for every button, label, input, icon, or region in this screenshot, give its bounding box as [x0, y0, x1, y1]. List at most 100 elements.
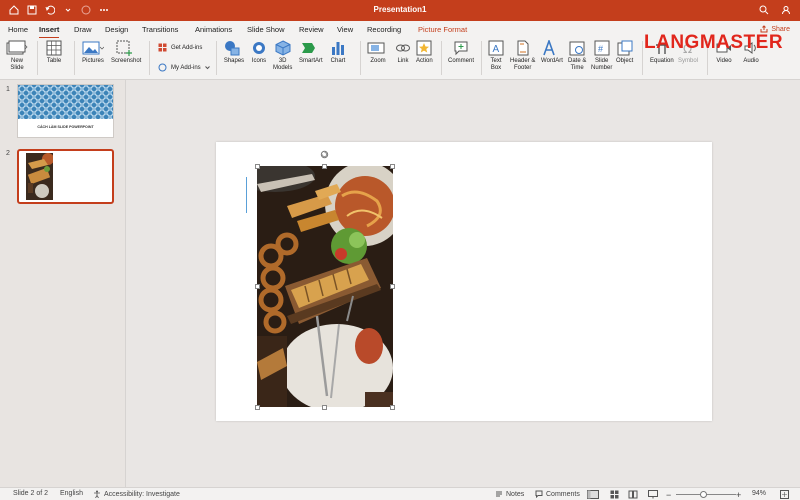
get-addins-button[interactable]: Get Add-ins [158, 43, 202, 52]
normal-view-icon [587, 490, 599, 499]
slide-2-thumbnail[interactable] [17, 149, 114, 204]
accessibility-icon [94, 490, 100, 498]
food-photo-image [257, 166, 393, 407]
resize-handle[interactable] [255, 284, 260, 289]
table-icon [46, 40, 62, 56]
action-button[interactable]: Action [416, 40, 433, 65]
slide-1-title: CÁCH LÀM SLIDE POWERPOINT [37, 125, 94, 129]
chart-button[interactable]: Chart [330, 40, 346, 65]
tab-picture-format[interactable]: Picture Format [418, 25, 467, 34]
zoom-in-button[interactable]: + [736, 490, 741, 500]
resize-handle[interactable] [322, 164, 327, 169]
reading-view-button[interactable] [628, 490, 638, 499]
tab-recording[interactable]: Recording [367, 25, 401, 34]
comment-icon [454, 41, 468, 56]
tab-design[interactable]: Design [105, 25, 128, 34]
icons-button[interactable]: Icons [251, 40, 267, 65]
resize-handle[interactable] [322, 405, 327, 410]
wordart-label: WordArt [541, 58, 563, 64]
icons-label: Icons [251, 58, 267, 64]
language-indicator[interactable]: English [60, 490, 83, 497]
resize-handle[interactable] [390, 284, 395, 289]
wordart-button[interactable]: WordArt [541, 40, 563, 65]
header-footer-button[interactable]: Header & Footer [510, 40, 535, 72]
my-addins-button[interactable]: My Add-ins [158, 63, 210, 72]
tab-insert[interactable]: Insert [39, 25, 60, 39]
slideshow-button[interactable] [648, 490, 658, 499]
comment-button[interactable]: Comment [448, 40, 474, 65]
search-icon[interactable] [758, 4, 770, 16]
screenshot-label: Screenshot [111, 58, 142, 64]
link-button[interactable]: Link [395, 40, 411, 65]
calendar-icon [569, 41, 585, 56]
status-bar: Slide 2 of 2 English Accessibility: Inve… [0, 487, 800, 500]
tab-transitions[interactable]: Transitions [142, 25, 178, 34]
accessibility-button[interactable]: Accessibility: Investigate [93, 490, 180, 498]
date-time-button[interactable]: Date & Time [568, 40, 586, 72]
slide-number-button[interactable]: # Slide Number [591, 40, 612, 72]
star-icon [416, 40, 432, 56]
comment-label: Comment [448, 58, 475, 64]
zoom-button[interactable]: Zoom [367, 40, 389, 65]
text-box-button[interactable]: A Text Box [488, 40, 504, 72]
svg-text:A: A [493, 44, 500, 55]
fit-to-window-button[interactable] [780, 490, 789, 499]
slide-sorter-button[interactable] [610, 490, 619, 499]
pictures-label: Pictures [82, 58, 104, 64]
store-icon [158, 43, 167, 52]
slide-indicator: Slide 2 of 2 [13, 490, 49, 497]
chart-label: Chart [330, 58, 346, 64]
resize-handle[interactable] [255, 164, 260, 169]
shapes-icon [225, 41, 240, 56]
pictures-button[interactable]: Pictures [82, 40, 104, 65]
tab-review[interactable]: Review [299, 25, 324, 34]
normal-view-button[interactable] [587, 490, 599, 499]
shapes-label: Shapes [223, 58, 245, 64]
screenshot-button[interactable]: Screenshot [111, 40, 141, 65]
tab-slide-show[interactable]: Slide Show [247, 25, 285, 34]
text-cursor [246, 177, 247, 213]
rotate-handle-icon[interactable] [320, 150, 329, 159]
food-photo[interactable] [257, 166, 393, 407]
resize-handle[interactable] [390, 405, 395, 410]
zoom-out-button[interactable]: − [666, 490, 671, 500]
table-button[interactable]: Table [46, 40, 62, 65]
smartart-icon [301, 43, 315, 53]
comments-icon [535, 490, 543, 498]
resize-handle[interactable] [390, 164, 395, 169]
object-button[interactable]: Object [616, 40, 633, 65]
document-title: Presentation1 [373, 5, 427, 14]
slide-number-icon: # [594, 40, 610, 56]
smartart-label: SmartArt [299, 58, 323, 64]
chart-icon [332, 42, 344, 55]
tab-view[interactable]: View [337, 25, 353, 34]
notes-button[interactable]: Notes [495, 490, 524, 498]
addins-icon [158, 63, 167, 72]
table-label: Table [46, 58, 62, 64]
zoom-level[interactable]: 94% [752, 490, 766, 497]
zoom-slider-knob[interactable] [700, 491, 707, 498]
smartart-button[interactable]: SmartArt [299, 40, 323, 65]
fit-window-icon [780, 490, 789, 499]
action-label: Action [416, 58, 433, 64]
tab-animations[interactable]: Animations [195, 25, 232, 34]
slide-number-label: Slide Number [591, 58, 613, 71]
shapes-button[interactable]: Shapes [223, 40, 245, 65]
account-icon[interactable] [780, 4, 792, 16]
link-icon [396, 44, 410, 52]
tab-draw[interactable]: Draw [74, 25, 92, 34]
date-time-label: Date & Time [568, 58, 587, 71]
slide-1-thumbnail[interactable]: CÁCH LÀM SLIDE POWERPOINT [17, 84, 114, 138]
slide-thumbnails-pane [0, 80, 126, 487]
accessibility-label: Accessibility: Investigate [104, 490, 180, 498]
my-addins-label: My Add-ins [171, 64, 201, 71]
new-slide-button[interactable]: New Slide [6, 40, 28, 72]
tab-home[interactable]: Home [8, 25, 28, 34]
3d-models-button[interactable]: 3D Models [273, 40, 292, 72]
title-bar: Presentation1 [0, 0, 800, 21]
comments-button[interactable]: Comments [535, 490, 580, 498]
header-footer-icon [517, 40, 529, 56]
book-icon [628, 490, 638, 499]
slide-2-number: 2 [6, 150, 10, 157]
resize-handle[interactable] [255, 405, 260, 410]
